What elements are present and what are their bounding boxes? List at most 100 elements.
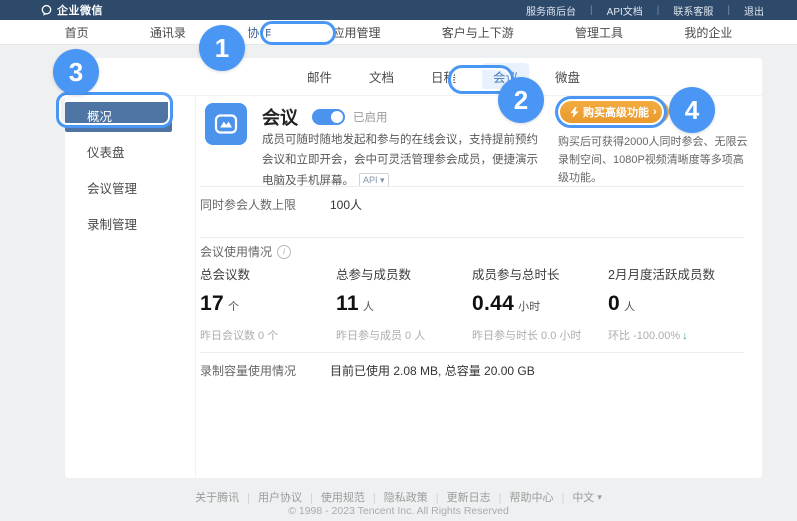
capacity-label: 同时参会人数上限 (200, 196, 330, 213)
brand-label: 企业微信 (57, 2, 103, 18)
stat-unit: 人 (363, 298, 374, 314)
stat-unit: 个 (228, 298, 239, 314)
sidebar: 概况 仪表盘 会议管理 录制管理 (65, 96, 196, 478)
caret-down-icon: ▾ (380, 175, 385, 185)
topbar-link-api-docs[interactable]: API文档 (583, 3, 650, 18)
nav-item-contacts[interactable]: 通讯录 (150, 24, 186, 41)
usage-section-title-text: 会议使用情况 (200, 243, 272, 260)
stat-label: 成员参与总时长 (472, 264, 608, 283)
subtab-docs[interactable]: 文档 (358, 63, 405, 90)
wecom-logo-icon (40, 4, 53, 17)
main-nav: 首页 通讯录 协作 应用管理 客户与上下游 管理工具 我的企业 (0, 20, 797, 45)
capacity-row: 同时参会人数上限 100人 (200, 196, 362, 213)
meeting-description: 成员可随时随地发起和参与的在线会议，支持提前预约会议和立即开会，会中可灵活管理参… (262, 130, 538, 191)
topbar-link-logout[interactable]: 退出 (720, 3, 771, 18)
buy-premium-label: 购买高级功能 (583, 104, 649, 120)
step-number: 2 (514, 85, 528, 116)
main-card: 邮件 文档 日程 会议 微盘 概况 仪表盘 会议管理 录制管理 会议 已启用 (65, 58, 762, 478)
buy-premium-button[interactable]: 购买高级功能 › (558, 100, 669, 124)
stat-sub: 环比 -100.00%↓ (608, 327, 744, 343)
toggle-knob (331, 111, 343, 123)
nav-item-collaboration[interactable]: 协作 (247, 24, 271, 41)
stat-sub: 昨日参与时长 0.0 小时 (472, 327, 608, 343)
buy-premium-description: 购买后可获得2000人同时参会、无限云录制空间、1080P视频清晰度等多项高级功… (558, 133, 754, 187)
stat-label: 总参与成员数 (336, 264, 472, 283)
meeting-app-icon (205, 103, 247, 145)
api-tag[interactable]: API ▾ (359, 173, 389, 187)
page: 企业微信 服务商后台 API文档 联系客服 退出 首页 通讯录 协作 应用管理 … (0, 0, 797, 521)
topbar-link-provider-console[interactable]: 服务商后台 (519, 3, 583, 18)
stat-label: 总会议数 (200, 264, 336, 283)
subtabs: 邮件 文档 日程 会议 微盘 (65, 58, 762, 96)
subtab-drive[interactable]: 微盘 (544, 63, 591, 90)
topbar: 企业微信 服务商后台 API文档 联系客服 退出 (0, 0, 797, 20)
api-tag-label: API (363, 175, 378, 185)
info-icon[interactable]: i (277, 245, 291, 259)
step-number: 3 (69, 57, 83, 88)
sidebar-item-dashboard[interactable]: 仪表盘 (65, 138, 195, 168)
footer-link-privacy-policy[interactable]: 隐私政策 (384, 489, 447, 505)
stat-value: 17 (200, 292, 224, 316)
content: 会议 已启用 成员可随时随地发起和参与的在线会议，支持提前预约会议和立即开会，会… (196, 96, 762, 478)
toggle-status-label: 已启用 (353, 109, 388, 125)
stat-total-duration: 成员参与总时长 0.44小时 昨日参与时长 0.0 小时 (472, 264, 608, 343)
annotation-step-4: 4 (669, 87, 715, 133)
subtab-mail[interactable]: 邮件 (296, 63, 343, 90)
nav-item-app-management[interactable]: 应用管理 (332, 24, 380, 41)
annotation-step-3: 3 (53, 49, 99, 95)
stat-sub: 昨日参与成员 0 人 (336, 327, 472, 343)
topbar-links: 服务商后台 API文档 联系客服 退出 (519, 3, 771, 18)
step-number: 4 (685, 95, 699, 126)
chevron-right-icon: › (653, 106, 657, 118)
stat-label: 2月月度活跃成员数 (608, 264, 744, 283)
footer-link-changelog[interactable]: 更新日志 (447, 489, 510, 505)
meeting-title-row: 会议 已启用 (262, 104, 388, 130)
stat-sub-text: 环比 -100.00% (608, 330, 680, 342)
recording-value: 目前已使用 2.08 MB, 总容量 20.00 GB (330, 362, 535, 379)
stat-total-meetings: 总会议数 17个 昨日会议数 0 个 (200, 264, 336, 343)
footer-links: 关于腾讯 用户协议 使用规范 隐私政策 更新日志 帮助中心 中文▾ (0, 489, 797, 505)
footer-language-selector[interactable]: 中文▾ (572, 489, 602, 505)
nav-item-admin-tools[interactable]: 管理工具 (575, 24, 623, 41)
sidebar-item-overview[interactable]: 概况 (65, 102, 172, 132)
upgrade-icon (570, 107, 579, 118)
footer-link-user-agreement[interactable]: 用户协议 (258, 489, 321, 505)
stat-sub: 昨日会议数 0 个 (200, 327, 336, 343)
footer-link-about-tencent[interactable]: 关于腾讯 (195, 489, 258, 505)
divider (200, 186, 744, 187)
sidebar-item-recording-management[interactable]: 录制管理 (65, 210, 195, 240)
meeting-description-text: 成员可随时随地发起和参与的在线会议，支持提前预约会议和立即开会，会中可灵活管理参… (262, 134, 538, 187)
meeting-enable-toggle[interactable] (312, 109, 345, 125)
stats-row: 总会议数 17个 昨日会议数 0 个 总参与成员数 11人 昨日参与成员 0 人… (200, 264, 744, 343)
nav-item-customers[interactable]: 客户与上下游 (442, 24, 514, 41)
stat-monthly-active: 2月月度活跃成员数 0人 环比 -100.00%↓ (608, 264, 744, 343)
capacity-value: 100人 (330, 196, 362, 213)
recording-row: 录制容量使用情况 目前已使用 2.08 MB, 总容量 20.00 GB (200, 362, 535, 379)
footer-link-help-center[interactable]: 帮助中心 (509, 489, 572, 505)
subtab-schedule[interactable]: 日程 (420, 63, 467, 90)
copyright: © 1998 - 2023 Tencent Inc. All Rights Re… (0, 505, 797, 517)
stat-total-participants: 总参与成员数 11人 昨日参与成员 0 人 (336, 264, 472, 343)
annotation-step-1: 1 (199, 25, 245, 71)
footer-link-usage-rules[interactable]: 使用规范 (321, 489, 384, 505)
stat-value: 11 (336, 292, 359, 316)
usage-section-title: 会议使用情况 i (200, 243, 291, 260)
buy-premium-column: 购买高级功能 › 购买后可获得2000人同时参会、无限云录制空间、1080P视频… (558, 100, 754, 187)
stat-unit: 小时 (518, 298, 540, 314)
page-title: 会议 (262, 104, 298, 130)
annotation-step-2: 2 (498, 77, 544, 123)
sidebar-item-meeting-management[interactable]: 会议管理 (65, 174, 195, 204)
topbar-link-contact-support[interactable]: 联系客服 (650, 3, 721, 18)
stat-value: 0 (608, 292, 620, 316)
brand[interactable]: 企业微信 (40, 2, 103, 18)
step-number: 1 (215, 33, 229, 64)
stat-value: 0.44 (472, 292, 514, 316)
divider (200, 237, 744, 238)
divider (200, 352, 744, 353)
caret-down-icon: ▾ (597, 492, 602, 503)
recording-label: 录制容量使用情况 (200, 362, 330, 379)
nav-item-home[interactable]: 首页 (65, 24, 89, 41)
nav-item-my-company[interactable]: 我的企业 (684, 24, 732, 41)
footer-language-label: 中文 (572, 489, 594, 505)
stat-unit: 人 (624, 298, 635, 314)
